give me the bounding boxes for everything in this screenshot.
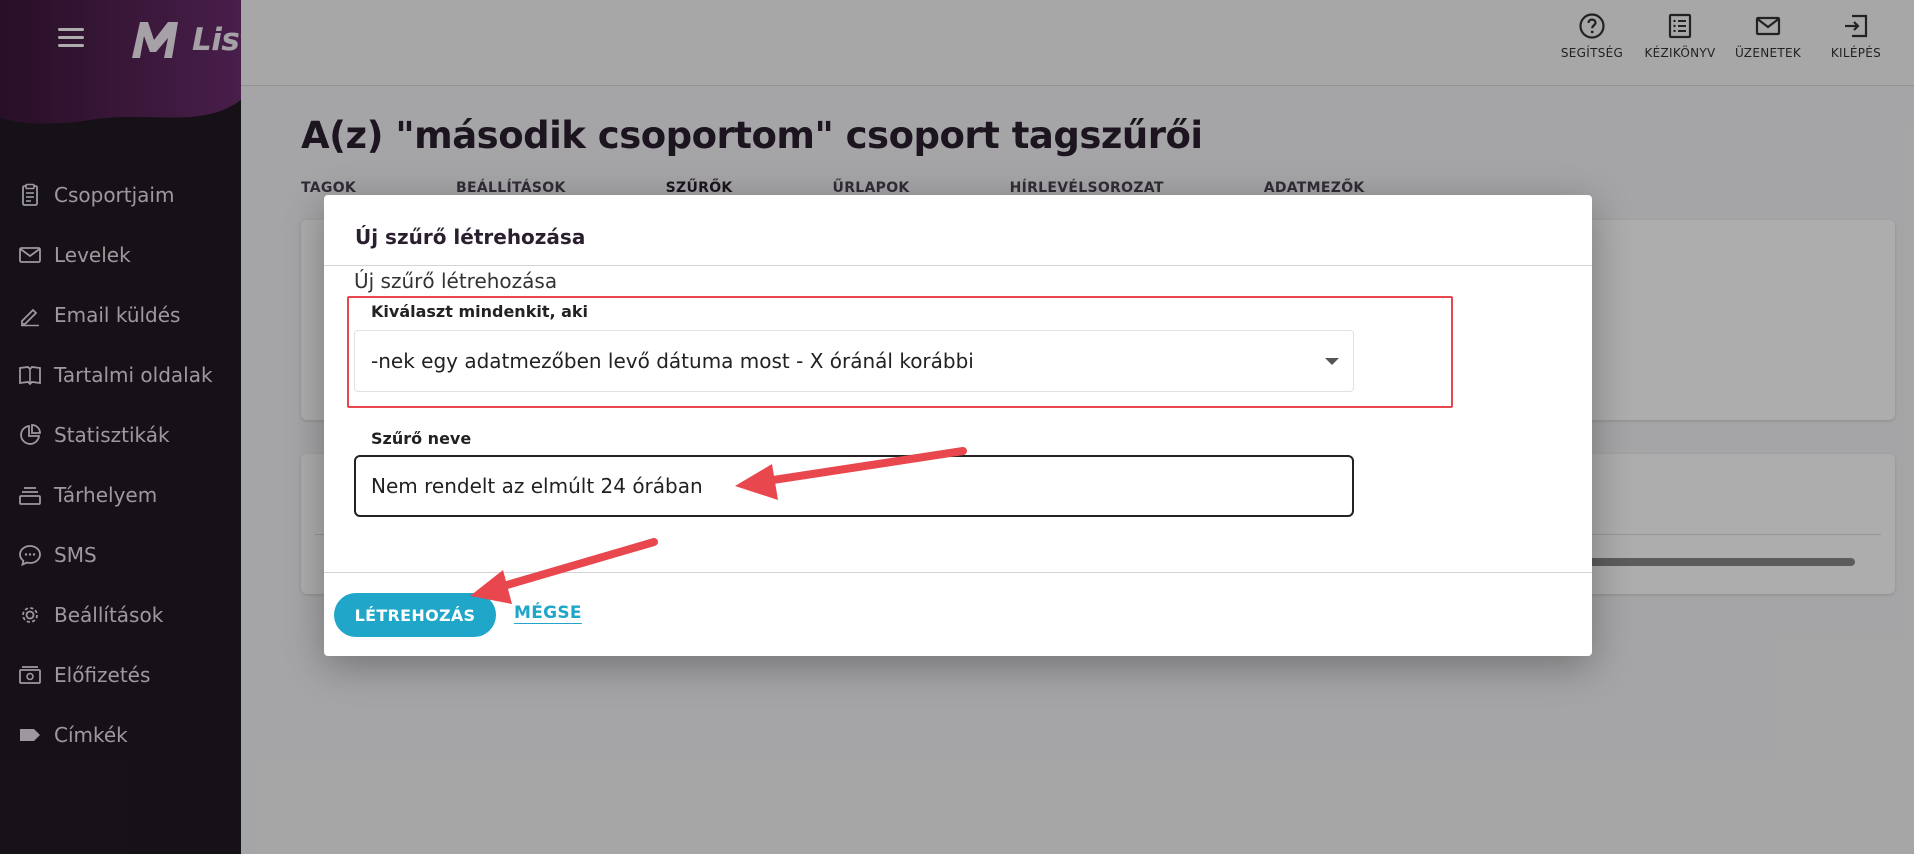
cancel-button[interactable]: MÉGSE [514,603,582,623]
filter-name-input[interactable] [354,455,1354,517]
create-button[interactable]: LÉTREHOZÁS [334,593,496,637]
chevron-down-icon [1325,358,1339,365]
dialog-footer-divider [324,572,1592,573]
select-label: Kiválaszt mindenkit, aki [371,302,589,321]
select-value: -nek egy adatmezőben levő dátuma most - … [371,349,974,373]
filter-name-label: Szűrő neve [371,429,472,448]
filter-condition-select[interactable]: -nek egy adatmezőben levő dátuma most - … [354,330,1354,392]
dialog-title: Új szűrő létrehozása [355,225,586,249]
dialog-subtitle: Új szűrő létrehozása [354,269,558,293]
dialog-divider [324,265,1592,266]
new-filter-dialog: Új szűrő létrehozása Új szűrő létrehozás… [324,195,1592,656]
